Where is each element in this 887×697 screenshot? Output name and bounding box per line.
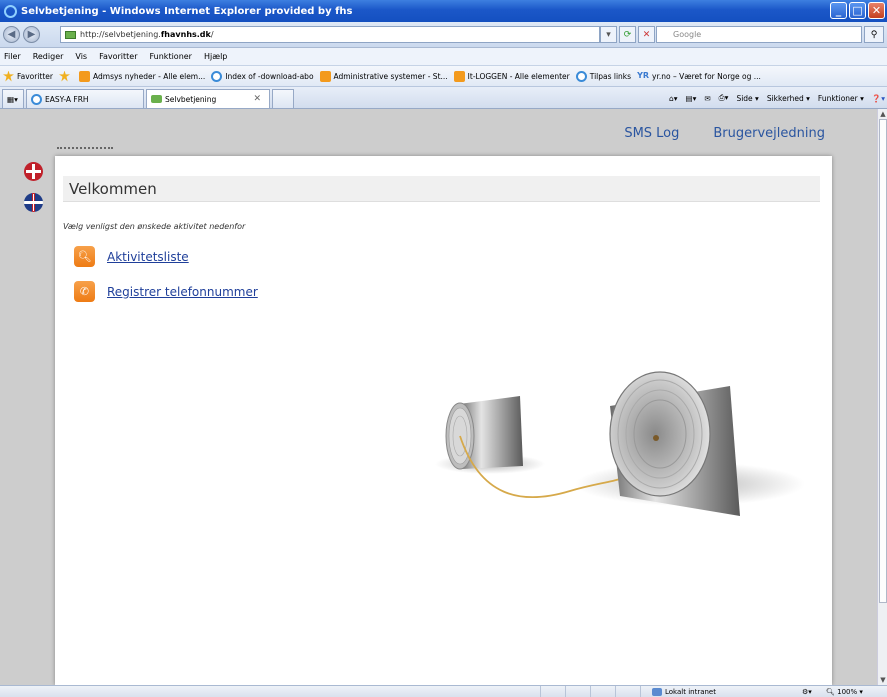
star-icon xyxy=(3,70,14,82)
close-button[interactable]: ✕ xyxy=(868,2,885,19)
sharepoint-icon xyxy=(319,70,331,82)
favorite-link[interactable]: It-LOGGEN - Alle elementer xyxy=(453,70,570,82)
favorite-link[interactable]: Tilpas links xyxy=(575,70,631,82)
home-icon[interactable]: ⌂▾ xyxy=(669,94,678,103)
vertical-scrollbar[interactable]: ▲ ▼ xyxy=(877,109,887,685)
ie-page-icon xyxy=(211,70,223,82)
forward-button[interactable]: ▶ xyxy=(23,26,40,43)
sms-log-link[interactable]: SMS Log xyxy=(624,126,679,141)
quick-tabs-button[interactable]: ▦▾ xyxy=(2,89,24,108)
favorite-link[interactable]: Index of -download-abo xyxy=(211,70,314,82)
activity-list-link[interactable]: Aktivitetsliste xyxy=(107,250,189,264)
back-button[interactable]: ◀ xyxy=(3,26,20,43)
safety-menu[interactable]: Sikkerhed ▾ xyxy=(767,94,810,103)
menu-bar: Filer Rediger Vis Favoritter Funktioner … xyxy=(0,48,887,66)
tab-easy-a[interactable]: EASY-A FRH xyxy=(26,89,144,108)
page-menu[interactable]: Side ▾ xyxy=(736,94,758,103)
logo xyxy=(57,147,113,149)
menu-help[interactable]: Hjælp xyxy=(204,52,227,61)
top-nav: SMS Log Brugervejledning xyxy=(624,126,825,141)
protected-mode-icon[interactable]: ⚙▾ xyxy=(802,688,812,696)
main-panel: Velkommen Vælg venligst den ønskede akti… xyxy=(55,156,832,685)
tin-can-phone-illustration xyxy=(435,371,805,516)
window-title: Selvbetjening - Windows Internet Explore… xyxy=(21,5,353,17)
intranet-icon xyxy=(65,30,76,39)
register-phone-link[interactable]: Registrer telefonnummer xyxy=(107,285,258,299)
add-favorite-button[interactable] xyxy=(59,70,73,82)
print-icon[interactable]: ⎙▾ xyxy=(719,93,729,103)
add-favorite-icon xyxy=(59,70,70,82)
intranet-zone-icon xyxy=(652,687,662,696)
menu-view[interactable]: Vis xyxy=(75,52,87,61)
status-bar: Lokalt intranet ⚙▾ 🔍︎ 100% ▾ xyxy=(0,685,887,697)
zoom-level[interactable]: 🔍︎ 100% ▾ xyxy=(826,688,863,696)
phone-icon[interactable]: ✆ xyxy=(74,281,95,302)
title-bar: Selvbetjening - Windows Internet Explore… xyxy=(0,0,887,22)
search-icon[interactable]: 🔍︎ xyxy=(74,246,95,267)
menu-favorites[interactable]: Favoritter xyxy=(99,52,137,61)
menu-tools[interactable]: Funktioner xyxy=(150,52,192,61)
favorites-button[interactable]: Favoritter xyxy=(3,70,53,82)
search-input[interactable]: Google xyxy=(656,26,862,43)
user-guide-link[interactable]: Brugervejledning xyxy=(713,126,825,141)
tab-selvbetjening[interactable]: Selvbetjening ✕ xyxy=(146,89,270,108)
action-register-phone: ✆ Registrer telefonnummer xyxy=(74,281,258,302)
menu-file[interactable]: Filer xyxy=(4,52,21,61)
sharepoint-icon xyxy=(453,70,465,82)
browser-window: Selvbetjening - Windows Internet Explore… xyxy=(0,0,887,697)
feeds-icon[interactable]: ▤▾ xyxy=(686,94,697,103)
favorite-link[interactable]: YR yr.no – Været for Norge og ... xyxy=(637,71,761,82)
help-icon[interactable]: ❓▾ xyxy=(872,94,885,103)
new-tab-button[interactable] xyxy=(272,89,294,108)
search-icon[interactable]: ⚲ xyxy=(864,26,884,43)
favorite-link[interactable]: Admsys nyheder - Alle elem... xyxy=(79,70,205,82)
address-bar: ◀ ▶ http://selvbetjening. fhavnhs.dk / ▾ ⟳… xyxy=(0,22,887,48)
url-field[interactable]: http://selvbetjening. fhavnhs.dk / xyxy=(60,26,600,43)
scroll-up-icon[interactable]: ▲ xyxy=(878,109,887,119)
action-activity-list: 🔍︎ Aktivitetsliste xyxy=(74,246,189,267)
command-bar: ⌂▾ ▤▾ ✉ ⎙▾ Side ▾ Sikkerhed ▾ Funktioner… xyxy=(669,88,885,108)
instruction-text: Vælg venligst den ønskede aktivitet nede… xyxy=(63,222,246,231)
intranet-icon xyxy=(151,95,162,103)
maximize-button[interactable]: □ xyxy=(849,2,866,19)
uk-flag-icon[interactable] xyxy=(24,193,43,212)
scroll-down-icon[interactable]: ▼ xyxy=(878,675,887,685)
ie-page-icon xyxy=(575,70,587,82)
close-tab-icon[interactable]: ✕ xyxy=(253,94,261,104)
menu-edit[interactable]: Rediger xyxy=(33,52,64,61)
dropdown-icon[interactable]: ▾ xyxy=(600,26,617,43)
stop-icon[interactable]: ✕ xyxy=(638,26,655,43)
yr-icon: YR xyxy=(637,70,650,80)
danish-flag-icon[interactable] xyxy=(24,162,43,181)
mail-icon[interactable]: ✉ xyxy=(704,94,710,103)
favorites-bar: Favoritter Admsys nyheder - Alle elem...… xyxy=(0,66,887,87)
favorite-link[interactable]: Administrative systemer - St... xyxy=(319,70,448,82)
page-title: Velkommen xyxy=(63,176,820,202)
sharepoint-icon xyxy=(79,70,90,82)
scroll-thumb[interactable] xyxy=(879,119,887,603)
page-content: SMS Log Brugervejledning Velkommen Vælg … xyxy=(0,109,877,685)
refresh-icon[interactable]: ⟳ xyxy=(619,26,636,43)
ie-page-icon xyxy=(31,93,42,105)
minimize-button[interactable]: _ xyxy=(830,2,847,19)
security-zone: Lokalt intranet xyxy=(652,687,716,696)
tools-menu[interactable]: Funktioner ▾ xyxy=(818,94,864,103)
ie-logo-icon xyxy=(4,4,17,18)
